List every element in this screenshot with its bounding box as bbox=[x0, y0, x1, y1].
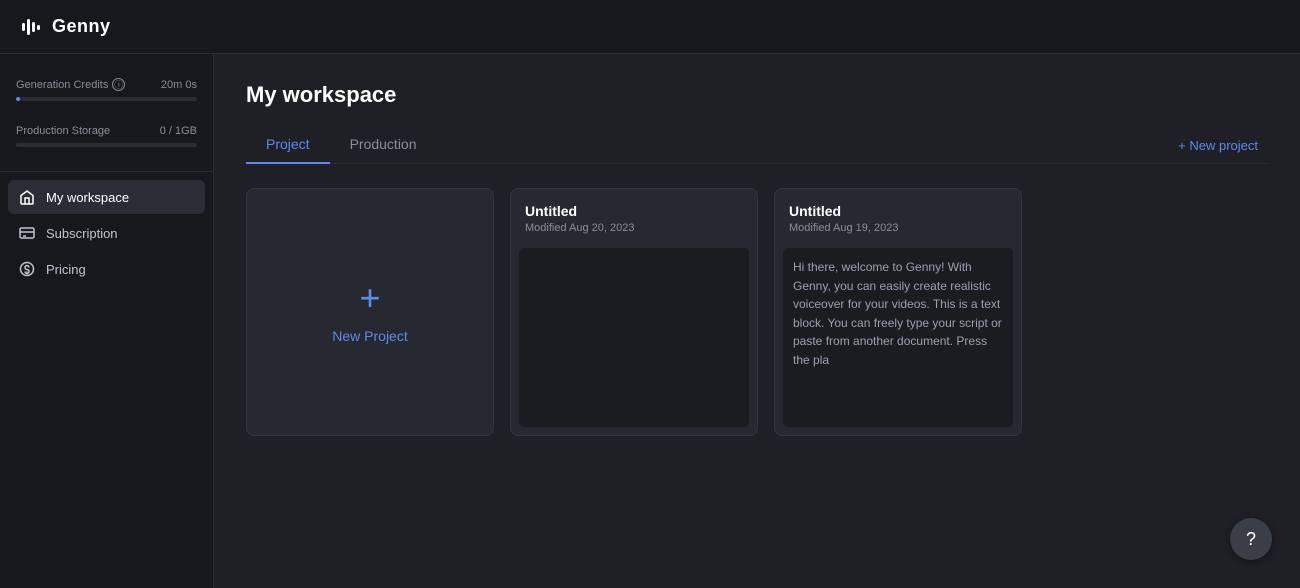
project-card-1[interactable]: Untitled Modified Aug 20, 2023 bbox=[510, 188, 758, 436]
new-project-button[interactable]: + New project bbox=[1168, 132, 1268, 159]
content-area: My workspace Project Production + New pr… bbox=[214, 54, 1300, 588]
subscription-icon bbox=[18, 224, 36, 242]
project-card-2-date: Modified Aug 19, 2023 bbox=[789, 222, 1007, 234]
tab-project[interactable]: Project bbox=[246, 128, 330, 164]
project-card-2[interactable]: Untitled Modified Aug 19, 2023 Hi there,… bbox=[774, 188, 1022, 436]
production-storage-section: Production Storage 0 / 1GB bbox=[0, 117, 213, 167]
storage-value: 0 / 1GB bbox=[160, 125, 197, 137]
logo-icon bbox=[18, 13, 46, 41]
storage-header: Production Storage 0 / 1GB bbox=[16, 125, 197, 137]
storage-progress-bg bbox=[16, 143, 197, 147]
project-card-1-header: Untitled Modified Aug 20, 2023 bbox=[511, 189, 757, 240]
credits-header: Generation Credits ⓘ 20m 0s bbox=[16, 78, 197, 91]
genny-logo-svg bbox=[18, 13, 46, 41]
project-card-2-preview: Hi there, welcome to Genny! With Genny, … bbox=[783, 248, 1013, 427]
home-icon bbox=[18, 188, 36, 206]
credits-progress-fill bbox=[16, 97, 20, 101]
sidebar-item-subscription-label: Subscription bbox=[46, 226, 118, 241]
topbar: Genny bbox=[0, 0, 1300, 54]
tab-production[interactable]: Production bbox=[330, 128, 437, 164]
storage-label: Production Storage bbox=[16, 125, 110, 137]
generation-credits-section: Generation Credits ⓘ 20m 0s bbox=[0, 70, 213, 117]
credits-label: Generation Credits bbox=[16, 79, 108, 91]
credits-value: 20m 0s bbox=[161, 79, 197, 91]
sidebar-item-my-workspace[interactable]: My workspace bbox=[8, 180, 205, 214]
new-project-card[interactable]: + New Project bbox=[246, 188, 494, 436]
sidebar: Generation Credits ⓘ 20m 0s Production S… bbox=[0, 54, 214, 588]
help-button[interactable]: ? bbox=[1230, 518, 1272, 560]
project-card-1-preview bbox=[519, 248, 749, 427]
credits-label-row: Generation Credits ⓘ bbox=[16, 78, 125, 91]
project-card-1-title: Untitled bbox=[525, 203, 743, 219]
pricing-icon bbox=[18, 260, 36, 278]
sidebar-item-subscription[interactable]: Subscription bbox=[8, 216, 205, 250]
logo-text: Genny bbox=[52, 16, 111, 37]
tabs-left: Project Production bbox=[246, 128, 437, 163]
new-project-card-label: New Project bbox=[332, 328, 407, 344]
page-title: My workspace bbox=[246, 82, 1268, 108]
project-card-2-title: Untitled bbox=[789, 203, 1007, 219]
credits-info-icon[interactable]: ⓘ bbox=[112, 78, 125, 91]
sidebar-item-pricing[interactable]: Pricing bbox=[8, 252, 205, 286]
tabs-bar: Project Production + New project bbox=[246, 128, 1268, 164]
main-layout: Generation Credits ⓘ 20m 0s Production S… bbox=[0, 54, 1300, 588]
sidebar-item-my-workspace-label: My workspace bbox=[46, 190, 129, 205]
sidebar-divider bbox=[0, 171, 213, 172]
new-project-plus-icon: + bbox=[359, 280, 380, 316]
sidebar-item-pricing-label: Pricing bbox=[46, 262, 86, 277]
project-card-1-date: Modified Aug 20, 2023 bbox=[525, 222, 743, 234]
cards-grid: + New Project Untitled Modified Aug 20, … bbox=[246, 188, 1268, 436]
logo: Genny bbox=[18, 13, 111, 41]
project-card-2-header: Untitled Modified Aug 19, 2023 bbox=[775, 189, 1021, 240]
help-icon: ? bbox=[1246, 529, 1256, 550]
sidebar-nav: My workspace Subscription bbox=[0, 180, 213, 286]
credits-progress-bg bbox=[16, 97, 197, 101]
